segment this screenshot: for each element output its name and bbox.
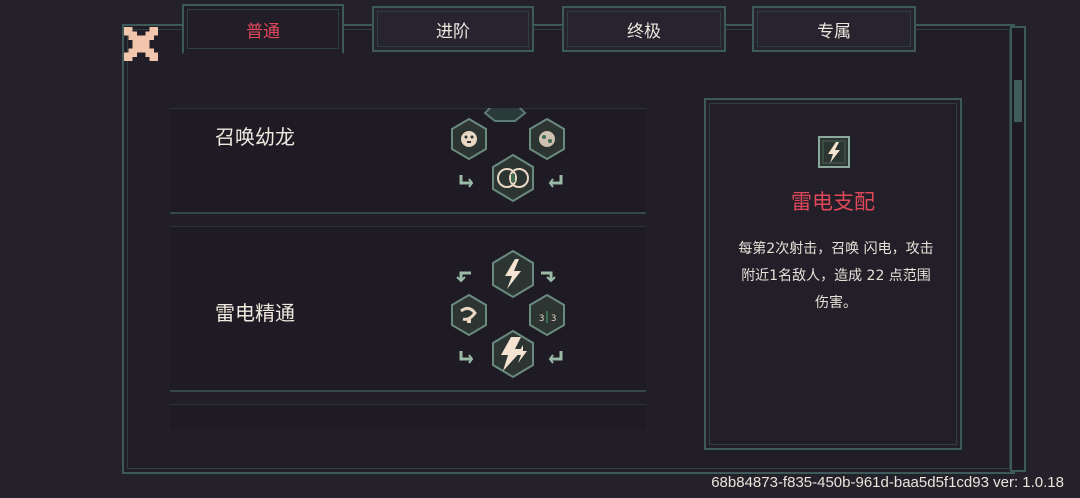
hex-icon (483, 108, 527, 122)
tab-exclusive[interactable]: 专属 (752, 6, 916, 52)
tab-label: 专属 (817, 21, 851, 42)
close-icon[interactable] (124, 27, 158, 61)
svg-text:3: 3 (539, 314, 544, 324)
scrollbar-thumb[interactable] (1014, 80, 1022, 122)
skill-name: 雷电精通 (215, 301, 295, 325)
lightning-icon (492, 249, 534, 299)
lightning-icon (818, 136, 850, 168)
skill-tree: 3 3 (451, 249, 565, 379)
skill-row-lightning-mastery[interactable]: 雷电精通 3 3 (170, 226, 646, 392)
skill-title: 雷电支配 (791, 190, 875, 214)
skill-row-summon-dragon[interactable]: 召唤幼龙 (170, 108, 646, 214)
dragon-egg-icon (451, 117, 487, 161)
skill-tree (451, 108, 565, 203)
skill-description: 每第2次射击，召唤 闪电，攻击附近1名敌人，造成 22 点范围伤害。 (738, 241, 934, 311)
tab-label: 进阶 (436, 21, 470, 42)
tab-advanced[interactable]: 进阶 (372, 6, 534, 52)
skill-row[interactable] (170, 404, 646, 430)
version-label: 68b84873-f835-450b-961d-baa5d5f1cd93 ver… (711, 474, 1064, 491)
skill-detail-panel: 雷电支配 每第2次射击，召唤 闪电，攻击附近1名敌人，造成 22 点范围伤害。 (704, 98, 962, 450)
tab-ultimate[interactable]: 终极 (562, 6, 726, 52)
dragon-egg-icon (529, 117, 565, 161)
multi-lightning-icon: 3 3 (529, 293, 565, 337)
tab-label: 终极 (627, 21, 661, 42)
scrollbar[interactable] (1010, 26, 1026, 472)
lightning-burst-icon (492, 329, 534, 379)
tab-normal[interactable]: 普通 (182, 4, 344, 54)
skill-name: 召唤幼龙 (215, 125, 295, 149)
storm-icon (451, 293, 487, 337)
svg-text:3: 3 (551, 314, 556, 324)
skill-list[interactable]: 召唤幼龙 雷电精通 3 3 (170, 108, 646, 430)
dragon-ring-icon (492, 153, 534, 203)
tab-label: 普通 (246, 21, 280, 42)
